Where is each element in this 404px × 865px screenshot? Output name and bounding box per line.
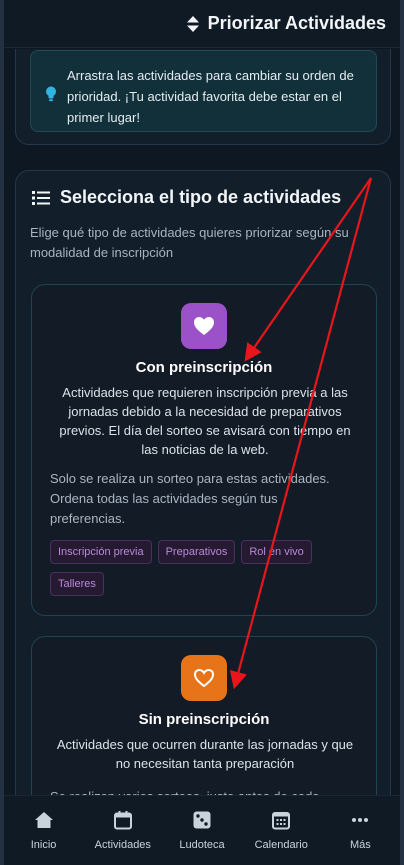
tip-card: Arrastra las actividades para cambiar su… xyxy=(15,49,391,145)
heart-icon xyxy=(194,317,214,335)
option-badge xyxy=(181,303,227,349)
tag-list: Inscripción previa Preparativos Rol en v… xyxy=(50,540,350,596)
nav-label: Inicio xyxy=(30,839,57,851)
option-extra-text: Se realizan varios sorteos, justo antes … xyxy=(50,787,350,795)
more-icon xyxy=(352,818,369,822)
nav-item-ludoteca[interactable]: Ludoteca xyxy=(162,796,241,865)
option-description: Actividades que ocurren durante las jorn… xyxy=(56,737,354,771)
nav-label: Actividades xyxy=(94,839,151,851)
option-title: Con preinscripción xyxy=(135,359,273,376)
app-header: Priorizar Actividades xyxy=(4,0,400,48)
option-title: Sin preinscripción xyxy=(138,711,270,728)
tip-box: Arrastra las actividades para cambiar su… xyxy=(30,50,377,132)
nav-item-actividades[interactable]: Actividades xyxy=(83,796,162,865)
nav-label: Ludoteca xyxy=(179,839,225,851)
nav-item-mas[interactable]: Más xyxy=(321,796,400,865)
page-title: Priorizar Actividades xyxy=(207,13,386,33)
home-icon xyxy=(34,812,53,828)
bottom-nav: Inicio Actividades Ludoteca Calendario M… xyxy=(4,795,400,865)
nav-item-inicio[interactable]: Inicio xyxy=(4,796,83,865)
option-extra-text: Solo se realiza un sorteo para estas act… xyxy=(50,471,330,526)
option-con-preinscripcion[interactable]: Con preinscripción Actividades que requi… xyxy=(31,284,377,616)
tag: Preparativos xyxy=(157,540,236,564)
lightbulb-icon xyxy=(46,86,56,102)
section-header: Selecciona el tipo de actividades xyxy=(32,187,341,208)
nav-label: Calendario xyxy=(254,839,308,851)
heart-outline-icon xyxy=(193,668,215,688)
option-description: Actividades que requieren inscripción pr… xyxy=(59,385,351,457)
section-description: Elige qué tipo de actividades quieres pr… xyxy=(30,225,349,260)
tip-text: Arrastra las actividades para cambiar su… xyxy=(67,68,354,125)
nav-item-calendario[interactable]: Calendario xyxy=(242,796,321,865)
calendar-icon xyxy=(113,811,132,830)
dice-icon xyxy=(193,811,211,829)
nav-label: Más xyxy=(350,839,371,851)
sort-icon[interactable] xyxy=(186,15,200,33)
tag: Talleres xyxy=(50,572,104,596)
tag: Rol en vivo xyxy=(241,540,312,564)
section-title: Selecciona el tipo de actividades xyxy=(60,187,342,207)
content-scroll[interactable]: Arrastra las actividades para cambiar su… xyxy=(4,49,400,795)
option-badge xyxy=(181,655,227,701)
activity-type-card: Selecciona el tipo de actividades Elige … xyxy=(15,170,391,795)
option-sin-preinscripcion[interactable]: Sin preinscripción Actividades que ocurr… xyxy=(31,636,377,795)
tag: Inscripción previa xyxy=(50,540,152,564)
calendar-grid-icon xyxy=(272,812,291,830)
list-icon xyxy=(32,190,50,205)
